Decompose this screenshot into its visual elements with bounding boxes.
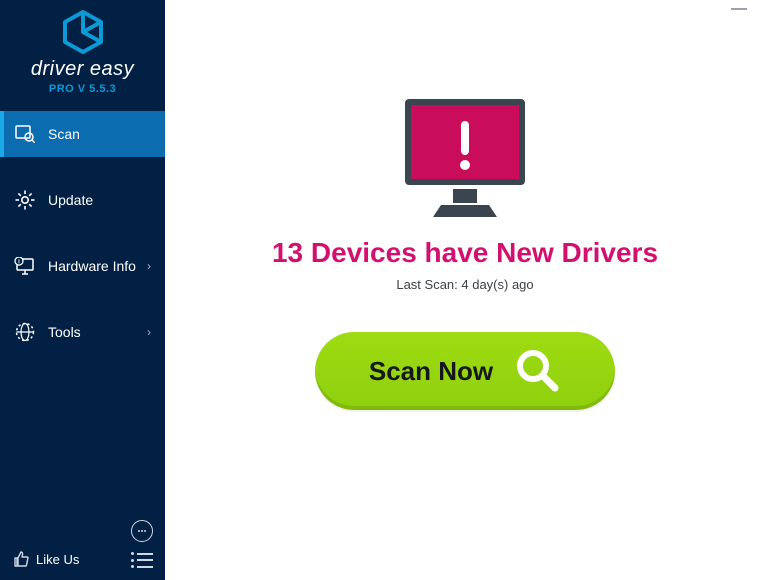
chevron-right-icon: › bbox=[147, 259, 151, 273]
nav-item-label: Update bbox=[48, 192, 93, 208]
monitor-info-icon: i bbox=[14, 257, 36, 275]
logo-area: driver easy PRO V 5.5.3 bbox=[0, 0, 165, 103]
nav-item-scan[interactable]: Scan bbox=[0, 111, 165, 157]
menu-list-icon[interactable] bbox=[131, 552, 153, 568]
status-headline: 13 Devices have New Drivers bbox=[272, 237, 658, 269]
scan-icon bbox=[14, 125, 36, 143]
gear-icon bbox=[14, 190, 36, 210]
nav-item-label: Tools bbox=[48, 324, 81, 340]
chevron-right-icon: › bbox=[147, 325, 151, 339]
thumbs-up-icon bbox=[12, 550, 30, 568]
scan-now-label: Scan Now bbox=[369, 356, 493, 387]
nav-item-hardware-info[interactable]: i Hardware Info › bbox=[0, 243, 165, 289]
nav: Scan Update bbox=[0, 111, 165, 375]
logo-icon bbox=[0, 10, 165, 54]
bottom-icons bbox=[131, 520, 153, 568]
alert-monitor-icon bbox=[395, 95, 535, 219]
nav-item-label: Scan bbox=[48, 126, 80, 142]
chat-icon[interactable] bbox=[131, 520, 153, 542]
nav-item-label: Hardware Info bbox=[48, 258, 136, 274]
scan-now-button[interactable]: Scan Now bbox=[315, 332, 615, 410]
globe-icon bbox=[14, 322, 36, 342]
sidebar: driver easy PRO V 5.5.3 Scan bbox=[0, 0, 165, 580]
brand-name: driver easy bbox=[0, 58, 165, 81]
sidebar-bottom: Like Us bbox=[0, 510, 165, 580]
minimize-button[interactable] bbox=[731, 8, 747, 10]
search-icon bbox=[513, 346, 561, 397]
brand-version: PRO V 5.5.3 bbox=[0, 83, 165, 95]
nav-item-update[interactable]: Update bbox=[0, 177, 165, 223]
last-scan-text: Last Scan: 4 day(s) ago bbox=[396, 277, 533, 292]
nav-item-tools[interactable]: Tools › bbox=[0, 309, 165, 355]
main-panel: 13 Devices have New Drivers Last Scan: 4… bbox=[165, 0, 765, 580]
like-us-button[interactable]: Like Us bbox=[12, 550, 79, 568]
like-us-label: Like Us bbox=[36, 552, 79, 567]
